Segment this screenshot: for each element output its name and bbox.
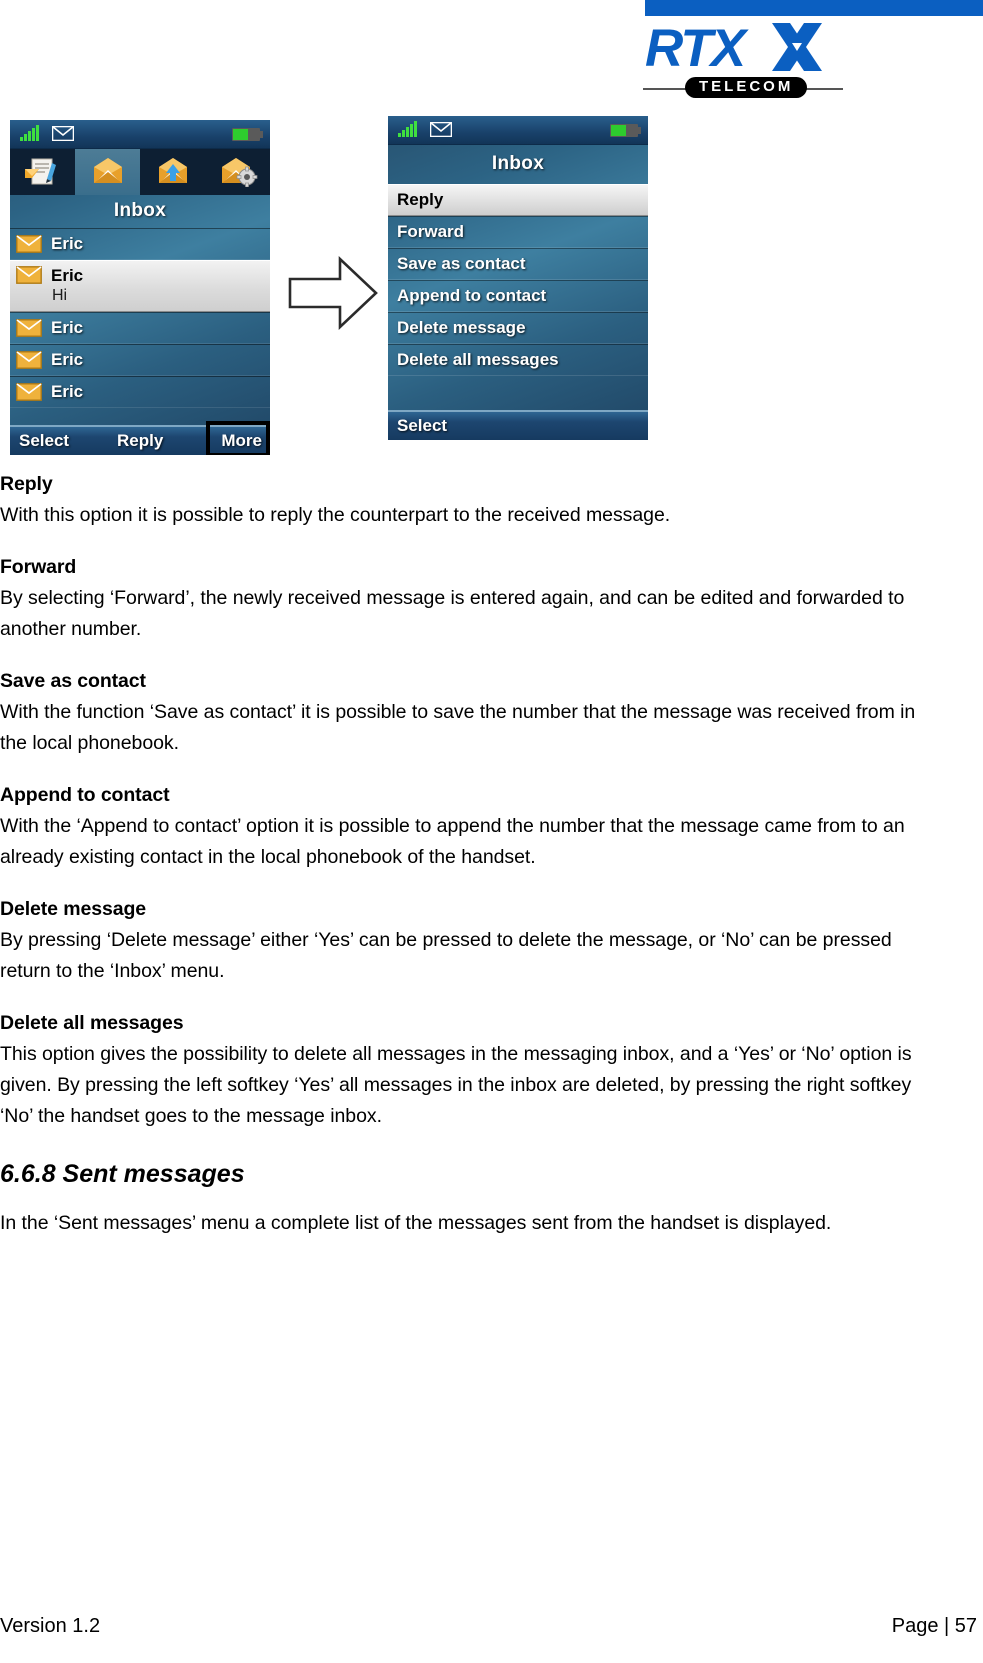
envelope-icon xyxy=(52,126,74,141)
section-save-as-contact: Save as contact With the function ‘Save … xyxy=(0,667,920,759)
right-handset-screen: Inbox Reply Forward Save as contact Appe… xyxy=(388,116,648,440)
softkey-center[interactable]: Reply xyxy=(117,431,163,451)
footer-version: Version 1.2 xyxy=(0,1615,101,1637)
logo-x-icon xyxy=(772,23,822,71)
page-content: Reply With this option it is possible to… xyxy=(0,470,920,1239)
section-text: With this option it is possible to reply… xyxy=(0,504,671,526)
softkey-left[interactable]: Select xyxy=(19,431,69,451)
status-bar xyxy=(10,120,270,149)
section-label: Reply xyxy=(0,473,53,495)
menu-item-reply[interactable]: Reply xyxy=(388,184,648,216)
section-label: Save as contact xyxy=(0,670,146,692)
open-envelope-icon xyxy=(93,158,122,183)
envelope-icon xyxy=(16,319,42,337)
section-text: By selecting ‘Forward’, the newly receiv… xyxy=(0,587,905,640)
subsection-text: In the ‘Sent messages’ menu a complete l… xyxy=(0,1212,832,1234)
sent-messages-tab[interactable] xyxy=(140,149,205,195)
signal-strength-icon xyxy=(20,125,39,141)
envelope-icon xyxy=(16,383,42,401)
section-text: With the function ‘Save as contact’ it i… xyxy=(0,701,916,754)
envelope-icon xyxy=(16,351,42,369)
section-label: Append to contact xyxy=(0,784,170,806)
message-sender: Eric xyxy=(51,266,84,285)
softkey-right-highlight xyxy=(206,421,270,455)
softkey-bar: Select xyxy=(388,410,648,440)
right-arrow-icon xyxy=(288,255,378,331)
message-sender: Eric xyxy=(51,350,84,369)
section-delete-all-messages: Delete all messages This option gives th… xyxy=(0,1009,920,1132)
compose-message-icon xyxy=(24,158,56,185)
envelope-icon xyxy=(16,266,42,284)
footer-page-number: Page | 57 xyxy=(891,1615,977,1637)
message-preview: Hi xyxy=(52,287,68,304)
list-item[interactable]: Eric xyxy=(10,312,270,344)
list-item-selected[interactable]: Eric Hi xyxy=(10,260,270,312)
menu-item-append-to-contact[interactable]: Append to contact xyxy=(388,280,648,312)
section-append-to-contact: Append to contact With the ‘Append to co… xyxy=(0,781,920,873)
list-item[interactable]: Eric xyxy=(10,376,270,408)
inbox-tab[interactable] xyxy=(75,149,140,195)
list-item[interactable]: Eric xyxy=(10,344,270,376)
envelope-gear-icon xyxy=(221,158,257,187)
battery-icon xyxy=(232,128,263,141)
write-message-tab[interactable] xyxy=(10,149,75,195)
message-sender: Eric xyxy=(51,234,84,253)
menu-item-save-as-contact[interactable]: Save as contact xyxy=(388,248,648,280)
section-label: Forward xyxy=(0,556,77,578)
envelope-icon xyxy=(16,235,42,253)
section-text: By pressing ‘Delete message’ either ‘Yes… xyxy=(0,929,892,982)
screen-title: Inbox xyxy=(491,153,545,174)
section-delete-message: Delete message By pressing ‘Delete messa… xyxy=(0,895,920,987)
section-text: With the ‘Append to contact’ option it i… xyxy=(0,815,905,868)
envelope-up-arrow-icon xyxy=(158,158,187,183)
status-bar xyxy=(388,116,648,145)
message-settings-tab[interactable] xyxy=(205,149,270,195)
message-tabs xyxy=(10,149,270,195)
battery-icon xyxy=(610,124,641,137)
logo-wordmark: RTX xyxy=(645,19,746,78)
message-sender: Eric xyxy=(51,382,84,401)
menu-item-delete-message[interactable]: Delete message xyxy=(388,312,648,344)
inbox-message-list: Eric Eric Hi Eric Eric Eric xyxy=(10,228,270,408)
handset-screens-figure: Inbox Eric Eric Hi Eric Eric Eric Select… xyxy=(0,114,983,459)
section-reply: Reply With this option it is possible to… xyxy=(0,470,920,531)
section-label: Delete message xyxy=(0,898,147,920)
left-handset-screen: Inbox Eric Eric Hi Eric Eric Eric Select… xyxy=(10,120,270,455)
list-item[interactable]: Eric xyxy=(10,228,270,260)
header-accent-bar xyxy=(645,0,983,16)
menu-item-forward[interactable]: Forward xyxy=(388,216,648,248)
screen-title: Inbox xyxy=(113,200,167,221)
logo-subtitle: TELECOM xyxy=(685,77,808,98)
message-options-menu: Reply Forward Save as contact Append to … xyxy=(388,184,648,376)
page-footer: Version 1.2 Page | 57 xyxy=(0,1615,983,1645)
rtx-telecom-logo: RTX TELECOM xyxy=(643,19,845,98)
signal-strength-icon xyxy=(398,121,417,137)
section-forward: Forward By selecting ‘Forward’, the newl… xyxy=(0,553,920,645)
message-sender: Eric xyxy=(51,318,84,337)
softkey-bar: Select Reply More xyxy=(10,421,270,455)
softkey-left[interactable]: Select xyxy=(397,416,447,436)
subsection-heading: 6.6.8 Sent messages xyxy=(0,1160,245,1188)
section-label: Delete all messages xyxy=(0,1012,184,1034)
envelope-icon xyxy=(430,122,452,137)
page-header: RTX TELECOM xyxy=(0,0,983,100)
menu-item-delete-all-messages[interactable]: Delete all messages xyxy=(388,344,648,376)
section-text: This option gives the possibility to del… xyxy=(0,1043,912,1127)
